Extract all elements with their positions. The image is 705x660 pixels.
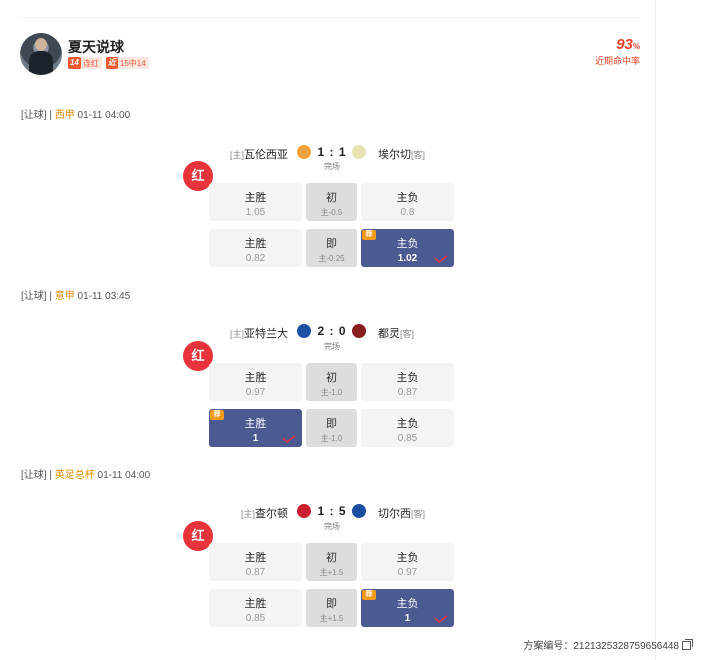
initial-home-win[interactable]: 主胜 0.97 [209, 363, 302, 401]
league-link[interactable]: 英足总杯 [55, 470, 95, 481]
home-team: [主]瓦伦西亚 [229, 149, 288, 161]
match-teams: [主]亚特兰大 2 : 0 都灵[客] [0, 324, 655, 340]
expert-badges: 14 连红 近 15中14 [68, 57, 149, 69]
away-team-logo [352, 504, 366, 518]
away-team: 切尔西[客] [378, 508, 426, 520]
match-score: 1 : 5 [317, 504, 347, 518]
initial-home-lose[interactable]: 主负 0.97 [361, 543, 454, 581]
avatar[interactable] [20, 33, 62, 75]
home-team: [主]亚特兰大 [229, 328, 288, 340]
hit-rate: 93% 近期命中率 [595, 36, 640, 67]
check-icon [434, 615, 448, 623]
check-icon [282, 435, 296, 443]
league-link[interactable]: 西甲 [55, 110, 75, 121]
match-state: 完场 [324, 522, 340, 531]
hit-rate-value: 93% [616, 36, 640, 53]
live-home-lose-selected[interactable]: 荐 主负 1.02 [361, 229, 454, 267]
streak-badge: 14 连红 [68, 57, 102, 69]
check-icon [434, 255, 448, 263]
expert-header: 夏天说球 14 连红 近 15中14 93% 近期命中率 [20, 33, 650, 77]
match-teams: [主]查尔顿 1 : 5 切尔西[客] [0, 504, 655, 520]
match-state: 完场 [324, 162, 340, 171]
home-team-logo [297, 145, 311, 159]
match-state: 完场 [324, 342, 340, 351]
recent-badge: 近 15中14 [105, 57, 149, 69]
plan-code: 方案编号：2121325328759656448 [523, 637, 693, 652]
live-handicap: 即主-0.25 [306, 229, 357, 267]
initial-home-win[interactable]: 主胜 1.05 [209, 183, 302, 221]
match-meta: [让球] | 意甲 01-11 03:45 [21, 291, 131, 302]
match-meta: [让球] | 英足总杯 01-11 04:00 [21, 470, 151, 481]
streak-badge-text: 连红 [82, 58, 99, 68]
away-team-logo [352, 324, 366, 338]
away-team-logo [352, 145, 366, 159]
initial-home-lose[interactable]: 主负 0.87 [361, 363, 454, 401]
live-home-win[interactable]: 主胜 0.85 [209, 589, 302, 627]
live-home-lose[interactable]: 主负 0.85 [361, 409, 454, 447]
home-team: [主]查尔顿 [240, 508, 288, 520]
initial-home-win[interactable]: 主胜 0.87 [209, 543, 302, 581]
recommend-badge: 荐 [210, 410, 224, 420]
plan-code-label: 方案编号： [523, 641, 574, 652]
match-score: 2 : 0 [317, 324, 347, 338]
away-team: 埃尔切[客] [378, 149, 426, 161]
home-team-logo [297, 324, 311, 338]
live-home-win-selected[interactable]: 荐 主胜 1 [209, 409, 302, 447]
recent-badge-key: 近 [105, 57, 118, 69]
recent-badge-text: 15中14 [119, 58, 146, 68]
match-teams: [主]瓦伦西亚 1 : 1 埃尔切[客] [0, 145, 655, 161]
match-score: 1 : 1 [317, 145, 347, 159]
top-divider [20, 17, 640, 18]
live-handicap: 即主-1.0 [306, 409, 357, 447]
home-team-logo [297, 504, 311, 518]
initial-handicap: 初主-0.5 [306, 183, 357, 221]
right-divider [655, 0, 656, 660]
hit-rate-label: 近期命中率 [594, 56, 640, 66]
match-meta: [让球] | 西甲 01-11 04:00 [21, 110, 131, 121]
initial-handicap: 初主-1.0 [306, 363, 357, 401]
initial-home-lose[interactable]: 主负 0.8 [361, 183, 454, 221]
live-home-win[interactable]: 主胜 0.82 [209, 229, 302, 267]
streak-badge-key: 14 [68, 57, 81, 69]
expert-name[interactable]: 夏天说球 [68, 37, 124, 57]
recommend-badge: 荐 [362, 230, 376, 240]
plan-code-value: 2121325328759656448 [573, 641, 679, 652]
away-team: 都灵[客] [378, 328, 415, 340]
recommend-badge: 荐 [362, 590, 376, 600]
live-home-lose-selected[interactable]: 荐 主负 1 [361, 589, 454, 627]
league-link[interactable]: 意甲 [55, 291, 75, 302]
live-handicap: 即主+1.5 [306, 589, 357, 627]
initial-handicap: 初主+1.5 [306, 543, 357, 581]
copy-icon[interactable] [682, 639, 693, 650]
